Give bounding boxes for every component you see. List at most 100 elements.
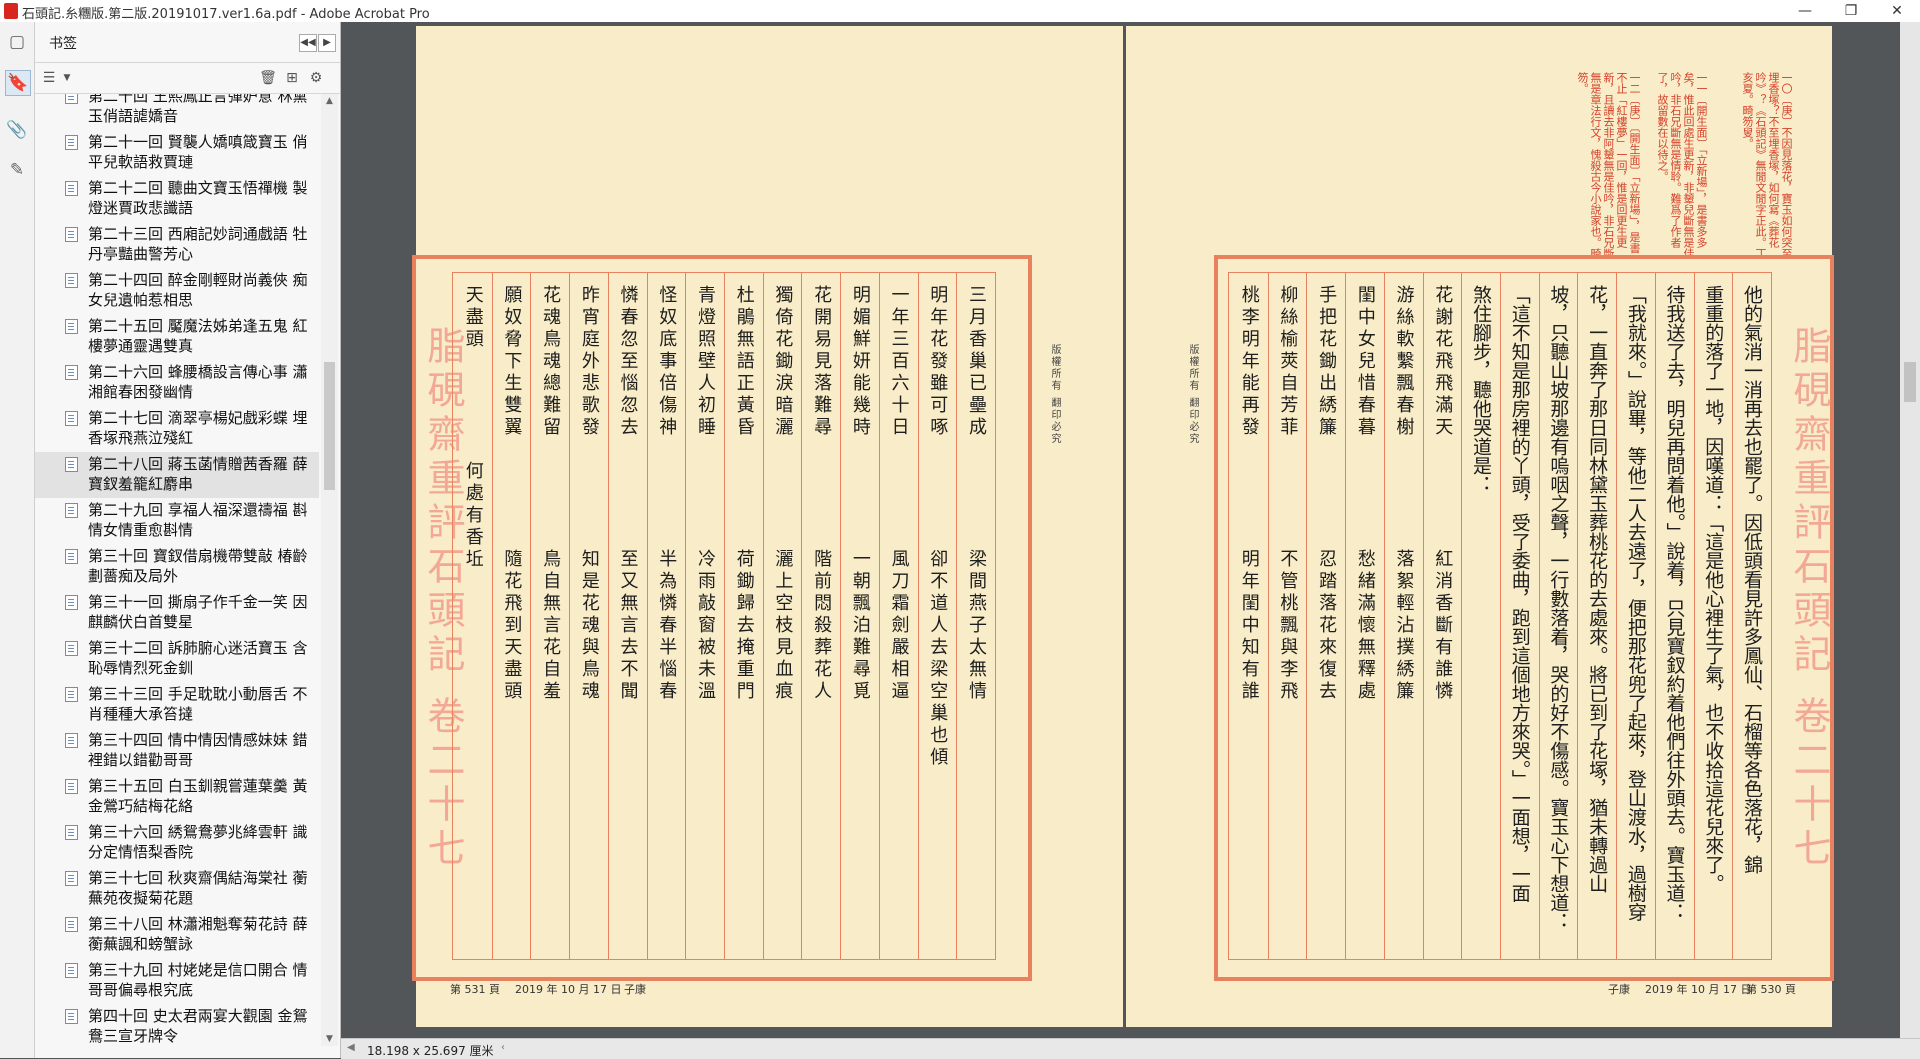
bookmark-item[interactable]: 第三十回 寶釵借扇機帶雙敲 椿齡劃薔痴及局外	[35, 544, 319, 590]
text-column: 煞住腳步，聽他哭道是：	[1469, 285, 1492, 494]
page-author: 子康	[1608, 983, 1630, 996]
text-grid: 他的氣消一消再去也罷了。因低頭看見許多鳳仙、石榴等各色落花，錦 重重的落了一地，因…	[1228, 272, 1772, 960]
document-scrollbar[interactable]	[1900, 22, 1920, 1038]
bookmark-label: 第三十六回 綉鴛鴦夢兆絳雲軒 識分定情悟梨香院	[88, 823, 308, 861]
bookmark-item[interactable]: 第二十二回 聽曲文寶玉悟禪機 製燈迷賈政悲讖語	[35, 176, 319, 222]
bookmark-label: 第三十九回 村姥姥是信口開合 情哥哥偏尋根究底	[88, 961, 308, 999]
column-rule	[1500, 273, 1501, 959]
delete-bookmark-icon[interactable]: 🗑	[259, 69, 277, 87]
column-rule	[1383, 273, 1385, 959]
column-rule	[917, 273, 919, 959]
bookmark-page-icon	[65, 733, 78, 748]
panel-title: 书签	[49, 36, 77, 52]
scroll-left-arrow-icon[interactable]: ◀	[347, 1042, 355, 1053]
text-grid: 三月香巢已壘成 梁間燕子太無情 明年花發雖可啄 卻不道人去梁空巢也傾 一年三百六十日…	[452, 272, 996, 960]
bookmark-item[interactable]: 第三十六回 綉鴛鴦夢兆絳雲軒 識分定情悟梨香院	[35, 820, 319, 866]
bookmark-label: 第三十七回 秋爽齋偶結海棠社 蘅蕪苑夜擬菊花題	[88, 869, 308, 907]
column-rule	[1461, 273, 1463, 959]
page-author: 子康	[624, 983, 646, 996]
bookmark-page-icon	[65, 503, 78, 518]
text-column: 待我送了去，明兒再問着他。」說着，只見寶釵約着他們往外頭去。寶玉道：	[1663, 285, 1686, 922]
bookmark-label: 第二十二回 聽曲文寶玉悟禪機 製燈迷賈政悲讖語	[88, 179, 308, 217]
text-column: 重重的落了一地，因嘆道：「這是他心裡生了氣，也不收拾這花兒來了。	[1702, 285, 1725, 893]
column-rule	[569, 273, 571, 959]
status-bar: ◀ 18.198 x 25.697 厘米 ‹	[341, 1038, 1920, 1059]
bookmark-item[interactable]: 第三十五回 白玉釧親嘗蓮葉羹 黃金鶯巧結梅花絡	[35, 774, 319, 820]
collapse-panel-button[interactable]: ◀◀	[299, 34, 317, 52]
column-rule	[1538, 273, 1540, 959]
bookmark-item[interactable]: 第二十八回 蔣玉菡情贈茜香羅 薛寶釵羞籠紅麝串	[35, 452, 319, 498]
new-bookmark-icon[interactable]: ⊞	[283, 69, 301, 87]
annotation-note: 一二〔庚〕〔開生面〕「立新場」，是書不止「紅樓夢」一回，惟是回更生更新，且讀去非…	[1576, 72, 1641, 259]
bookmark-label: 第四十回 史太君兩宴大觀園 金鴛鴦三宣牙牌令	[88, 1007, 308, 1045]
bookmark-item[interactable]: 第二十四回 醉金剛輕財尚義俠 痴女兒遺帕惹相思	[35, 268, 319, 314]
bookmark-item[interactable]: 第三十四回 情中情因情感妹妹 錯裡錯以錯勸哥哥	[35, 728, 319, 774]
text-column: 手把花鋤出綉簾 忍踏落花來復去	[1316, 285, 1338, 703]
column-rule	[956, 273, 958, 959]
text-column: 花開易見落難尋 階前悶殺葬花人	[811, 285, 833, 703]
bookmark-properties-icon[interactable]: ⚙	[307, 69, 325, 87]
bookmark-item[interactable]: 第三十一回 撕扇子作千金一笑 因麒麟伏白首雙星	[35, 590, 319, 636]
bookmark-label: 第三十回 寶釵借扇機帶雙敲 椿齡劃薔痴及局外	[88, 547, 308, 585]
bookmark-item[interactable]: 第二十回 王熙鳳正言彈妒意 林黛玉俏語謔嬌音	[35, 94, 319, 130]
bookmark-label: 第三十二回 訴肺腑心迷活寶玉 含恥辱情烈死金釧	[88, 639, 308, 677]
bookmark-item[interactable]: 第三十八回 林瀟湘魁奪菊花詩 薛蘅蕪諷和螃蟹詠	[35, 912, 319, 958]
scrollbar-thumb[interactable]	[1904, 362, 1916, 402]
column-rule	[1732, 273, 1734, 959]
bookmark-item[interactable]: 第三十二回 訴肺腑心迷活寶玉 含恥辱情烈死金釧	[35, 636, 319, 682]
column-rule	[724, 273, 725, 959]
bookmark-item[interactable]: 第三十三回 手足耽耽小動唇舌 不肖種種大承笞撻	[35, 682, 319, 728]
scrollbar-thumb[interactable]	[324, 362, 335, 490]
title-bar: 石頭記.糸糰版.第二版.20191017.ver1.6a.pdf - Adobe…	[0, 0, 1920, 23]
bookmarks-icon[interactable]: 🔖	[5, 70, 31, 96]
text-column: 柳絲榆莢自芳菲 不管桃飄與李飛	[1277, 285, 1299, 703]
attachments-icon[interactable]: 📎	[5, 118, 29, 142]
close-button[interactable]: ✕	[1874, 0, 1920, 22]
column-rule	[840, 273, 842, 959]
text-column: 明年花發雖可啄 卻不道人去梁空巢也傾	[927, 285, 949, 769]
acrobat-icon	[4, 3, 18, 19]
bookmark-page-icon	[65, 871, 78, 886]
scroll-up-arrow-icon[interactable]: ▲	[321, 94, 338, 108]
signatures-icon[interactable]: ✎	[5, 158, 29, 182]
bookmark-item[interactable]: 第二十九回 享福人福深還禱福 斟情女情重愈斟情	[35, 498, 319, 544]
text-column: 花謝花飛飛滿天 紅消香斷有誰憐	[1432, 285, 1454, 703]
annotation-note: 一〇〔庚〕不因見落花，寶玉如何突至埋香塚？不至埋香塚，如何寫《葬花吟》？《石頭記…	[1741, 72, 1793, 259]
options-menu-icon[interactable]: ☰	[40, 69, 58, 87]
column-rule	[878, 273, 880, 959]
bookmark-page-icon	[65, 549, 78, 564]
expand-panel-button[interactable]: ▶	[318, 34, 336, 52]
bookmark-label: 第二十七回 滴翠亭楊妃戲彩蝶 埋香塚飛燕泣殘紅	[88, 409, 308, 447]
bookmark-item[interactable]: 第二十七回 滴翠亭楊妃戲彩蝶 埋香塚飛燕泣殘紅	[35, 406, 319, 452]
document-view[interactable]: 脂硯齋重評石頭記 卷二十七 三月香巢已壘成 梁間燕子太無情 明年花發雖可啄 卻不道…	[341, 22, 1920, 1038]
bookmark-label: 第三十三回 手足耽耽小動唇舌 不肖種種大承笞撻	[88, 685, 308, 723]
page-thumbnails-icon[interactable]: ▢	[5, 30, 29, 54]
bookmark-item[interactable]: 第三十九回 村姥姥是信口開合 情哥哥偏尋根究底	[35, 958, 319, 1004]
copyright-note: 版權所有 翻印必究	[1049, 344, 1060, 446]
bookmark-item[interactable]: 第三十七回 秋爽齋偶結海棠社 蘅蕪苑夜擬菊花題	[35, 866, 319, 912]
bookmark-page-icon	[65, 273, 78, 288]
text-column: 游絲軟繫飄春榭 落絮輕沾撲綉簾	[1393, 285, 1415, 703]
bookmark-item[interactable]: 第二十五回 魘魔法姊弟逢五鬼 紅樓夢通靈遇雙真	[35, 314, 319, 360]
text-column: 花魂鳥魂總難留 鳥自無言花自羞	[540, 285, 562, 703]
minimize-button[interactable]: —	[1782, 0, 1828, 22]
window-title: 石頭記.糸糰版.第二版.20191017.ver1.6a.pdf - Adobe…	[22, 7, 430, 22]
column-rule	[1616, 273, 1618, 959]
options-dropdown-icon[interactable]: ▼	[58, 69, 76, 87]
bookmark-page-icon	[65, 595, 78, 610]
bookmark-item[interactable]: 第四十回 史太君兩宴大觀園 金鴛鴦三宣牙牌令	[35, 1004, 319, 1046]
bookmarks-panel: 书签 ◀◀ ▶ ☰ ▼ 🗑 ⊞ ⚙ 第二十回 王熙鳳正言彈妒意 林黛玉俏語謔嬌音…	[35, 22, 341, 1058]
restore-button[interactable]: ❐	[1828, 0, 1874, 22]
page-number: 第 530 頁	[1746, 983, 1796, 996]
bookmark-list: 第二十回 王熙鳳正言彈妒意 林黛玉俏語謔嬌音 第二十一回 賢襲人嬌嗔箴寶玉 俏平兒…	[35, 94, 319, 1046]
text-column: 憐春忽至惱忽去 至又無言去不聞	[617, 285, 639, 703]
bookmark-item[interactable]: 第二十六回 蜂腰橋設言傳心事 瀟湘館春困發幽情	[35, 360, 319, 406]
scroll-left-arrow-icon[interactable]: ‹	[501, 1042, 505, 1053]
bookmark-label: 第二十八回 蔣玉菡情贈茜香羅 薛寶釵羞籠紅麝串	[88, 455, 308, 493]
scroll-down-arrow-icon[interactable]: ▼	[321, 1032, 338, 1046]
column-rule	[1693, 273, 1695, 959]
bookmark-item[interactable]: 第二十一回 賢襲人嬌嗔箴寶玉 俏平兒軟語救賈璉	[35, 130, 319, 176]
page-number: 第 531 頁	[450, 983, 500, 996]
bookmark-item[interactable]: 第二十三回 西廂記妙詞通戲語 牡丹亭豔曲警芳心	[35, 222, 319, 268]
bookmark-scrollbar[interactable]: ▲ ▼	[321, 94, 338, 1046]
